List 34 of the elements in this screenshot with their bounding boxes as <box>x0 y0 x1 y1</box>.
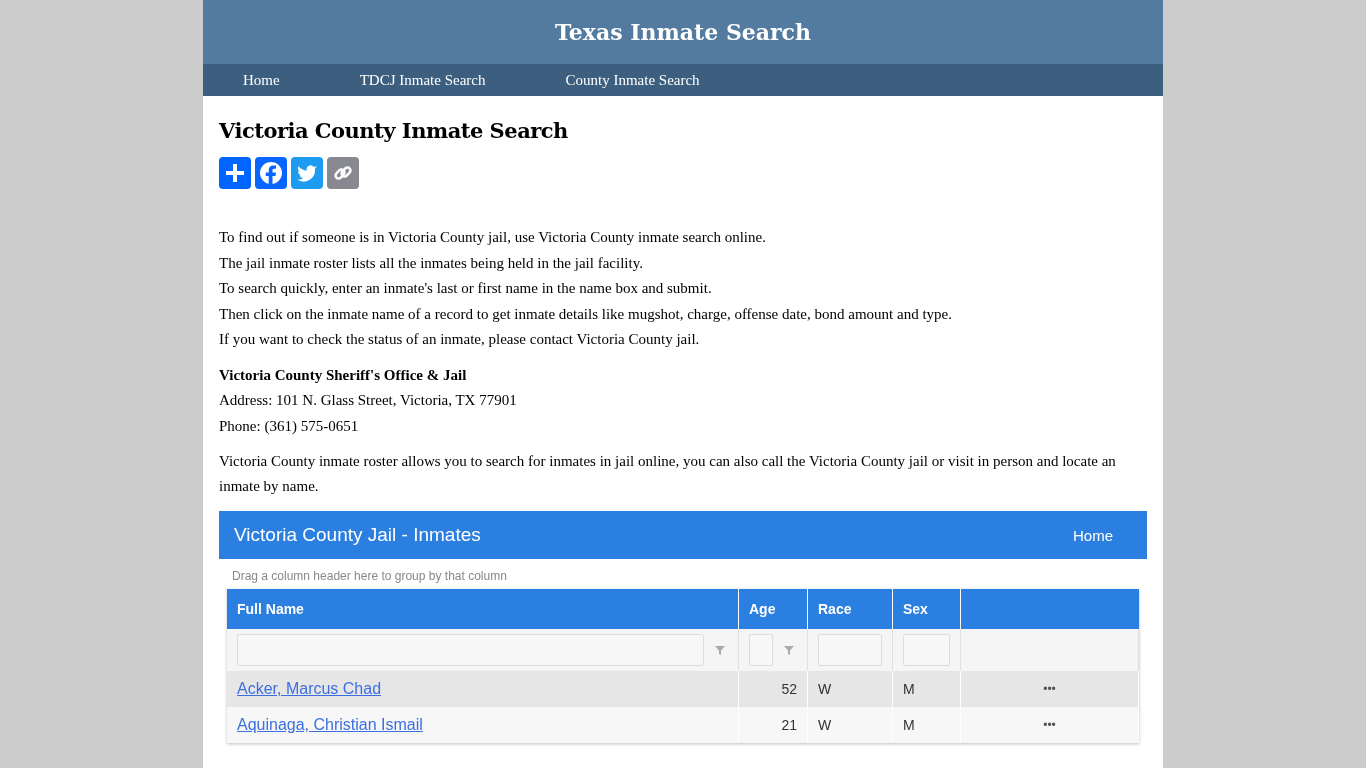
inmate-name-link[interactable]: Acker, Marcus Chad <box>237 680 382 698</box>
age-cell: 21 <box>739 707 808 743</box>
link-button[interactable] <box>327 157 359 189</box>
more-options-button[interactable]: ••• <box>1043 718 1056 732</box>
facebook-button[interactable] <box>255 157 287 189</box>
name-filter-field[interactable] <box>237 634 704 666</box>
nav-link[interactable]: County Inmate Search <box>565 71 700 89</box>
nav-link[interactable]: TDCJ Inmate Search <box>359 71 486 89</box>
intro-text: To search quickly, enter an inmate's last or first name in the name box and submit. <box>219 279 713 298</box>
office-name: Victoria County Sheriff's Office & Jail <box>219 365 468 385</box>
page-heading: Victoria County Inmate Search <box>219 118 569 143</box>
filter-icon[interactable] <box>783 644 795 656</box>
nav-link[interactable]: Home <box>243 71 280 89</box>
office-phone: Phone: (361) 575-0651 <box>219 416 360 436</box>
intro-text: The jail inmate roster lists all the inmates being held in the jail facility. <box>219 253 644 273</box>
office-address: Address: 101 N. Glass Street, Victoria, TX 77901 <box>219 391 518 410</box>
inmate-name-link[interactable]: Aquinaga, Christian Ismail <box>237 716 423 734</box>
group-hint: Drag a column header here to group by that column <box>231 568 508 585</box>
race-cell: W <box>808 707 893 743</box>
intro-text: If you want to check the status of an inmate, please contact Victoria County jail. <box>219 330 701 349</box>
twitter-button[interactable] <box>291 157 323 189</box>
roster-description: Victoria County inmate roster allows you to search for inmates in jail online, you can also call the Victoria County jail or visit in person and locate an inmate by name. <box>219 452 1117 496</box>
filter-icon[interactable] <box>714 644 726 656</box>
share-button[interactable] <box>219 157 251 189</box>
home-link[interactable]: Home <box>1073 526 1113 544</box>
site-title: Texas Inmate Search <box>555 19 811 45</box>
intro-text: Then click on the inmate name of a record to get inmate details like mugshot, charge, offense date, bond amount and type. <box>219 304 953 324</box>
more-options-button[interactable]: ••• <box>1043 682 1056 696</box>
roster-title: Victoria County Jail - Inmates <box>234 524 481 546</box>
sex-cell: M <box>893 707 961 743</box>
sex-filter-field[interactable] <box>903 634 950 666</box>
race-filter-field[interactable] <box>818 634 882 666</box>
age-filter-field[interactable] <box>749 634 773 666</box>
intro-text: To find out if someone is in Victoria County jail, use Victoria County inmate search online. <box>219 228 767 247</box>
